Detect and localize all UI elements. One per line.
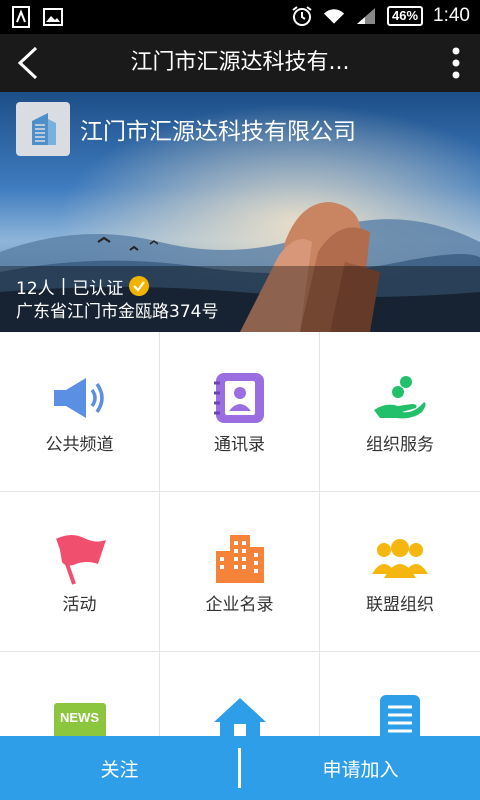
wifi-icon bbox=[323, 5, 345, 27]
page-title: 江门市汇源达科技有... bbox=[130, 50, 350, 75]
verified-check-icon bbox=[129, 276, 150, 296]
grid-item-label: 活动 bbox=[62, 595, 97, 615]
group-icon bbox=[370, 530, 430, 586]
signal-icon bbox=[355, 5, 377, 27]
company-banner: 江门市汇源达科技有限公司 12人 | 已认证 广东省江门市金瓯路374号 bbox=[0, 92, 480, 332]
flag-icon bbox=[50, 530, 110, 586]
grid-item-news[interactable]: NEWS bbox=[0, 652, 160, 743]
member-count: 12人 bbox=[16, 278, 55, 299]
sim-icon bbox=[10, 6, 32, 28]
grid-item-label: 公共频道 bbox=[45, 435, 114, 455]
company-name: 江门市汇源达科技有限公司 bbox=[80, 119, 356, 145]
grid-item-document[interactable] bbox=[320, 652, 480, 743]
grid-item-label: 联盟组织 bbox=[366, 595, 434, 615]
hand-coin-icon bbox=[370, 370, 430, 426]
company-info: 12人 | 已认证 广东省江门市金瓯路374号 bbox=[0, 266, 480, 332]
back-button[interactable] bbox=[12, 46, 46, 80]
app-bar: 江门市汇源达科技有... bbox=[0, 34, 480, 92]
grid-item-company-directory[interactable]: 企业名录 bbox=[160, 492, 320, 652]
company-logo bbox=[16, 102, 70, 156]
news-badge-text: NEWS bbox=[60, 710, 99, 725]
grid-item-alliance[interactable]: 联盟组织 bbox=[320, 492, 480, 652]
grid-item-activities[interactable]: 活动 bbox=[0, 492, 160, 652]
megaphone-icon bbox=[50, 370, 110, 426]
grid-item-home[interactable] bbox=[160, 652, 320, 744]
building-icon bbox=[210, 530, 270, 586]
company-address: 广东省江门市金瓯路374号 bbox=[16, 302, 219, 322]
feature-grid: 公共频道 通讯录 组织服务 活动 企业名录 联盟组织 NEWS bbox=[0, 332, 480, 744]
clock: 1:40 bbox=[433, 5, 470, 26]
status-bar: 46% 1:40 bbox=[0, 0, 480, 34]
building-logo-icon bbox=[32, 113, 56, 145]
apply-join-button[interactable]: 申请加入 bbox=[241, 736, 480, 800]
grid-item-org-services[interactable]: 组织服务 bbox=[320, 332, 480, 492]
grid-item-label: 通讯录 bbox=[214, 435, 265, 455]
more-vertical-icon bbox=[452, 47, 460, 79]
grid-item-label: 组织服务 bbox=[366, 435, 434, 455]
grid-item-label: 企业名录 bbox=[205, 595, 274, 615]
certified-label: 已认证 bbox=[72, 278, 124, 299]
chevron-left-icon bbox=[17, 46, 38, 80]
contacts-book-icon bbox=[210, 370, 270, 426]
image-icon bbox=[42, 6, 64, 28]
battery-indicator: 46% bbox=[386, 6, 424, 26]
more-menu-button[interactable] bbox=[446, 46, 466, 80]
follow-button[interactable]: 关注 bbox=[0, 736, 239, 800]
alarm-icon bbox=[291, 5, 313, 27]
grid-item-contacts[interactable]: 通讯录 bbox=[160, 332, 320, 492]
bottom-action-bar: 关注 申请加入 bbox=[0, 736, 480, 800]
grid-item-public-channel[interactable]: 公共频道 bbox=[0, 332, 160, 492]
info-divider: | bbox=[60, 276, 67, 296]
